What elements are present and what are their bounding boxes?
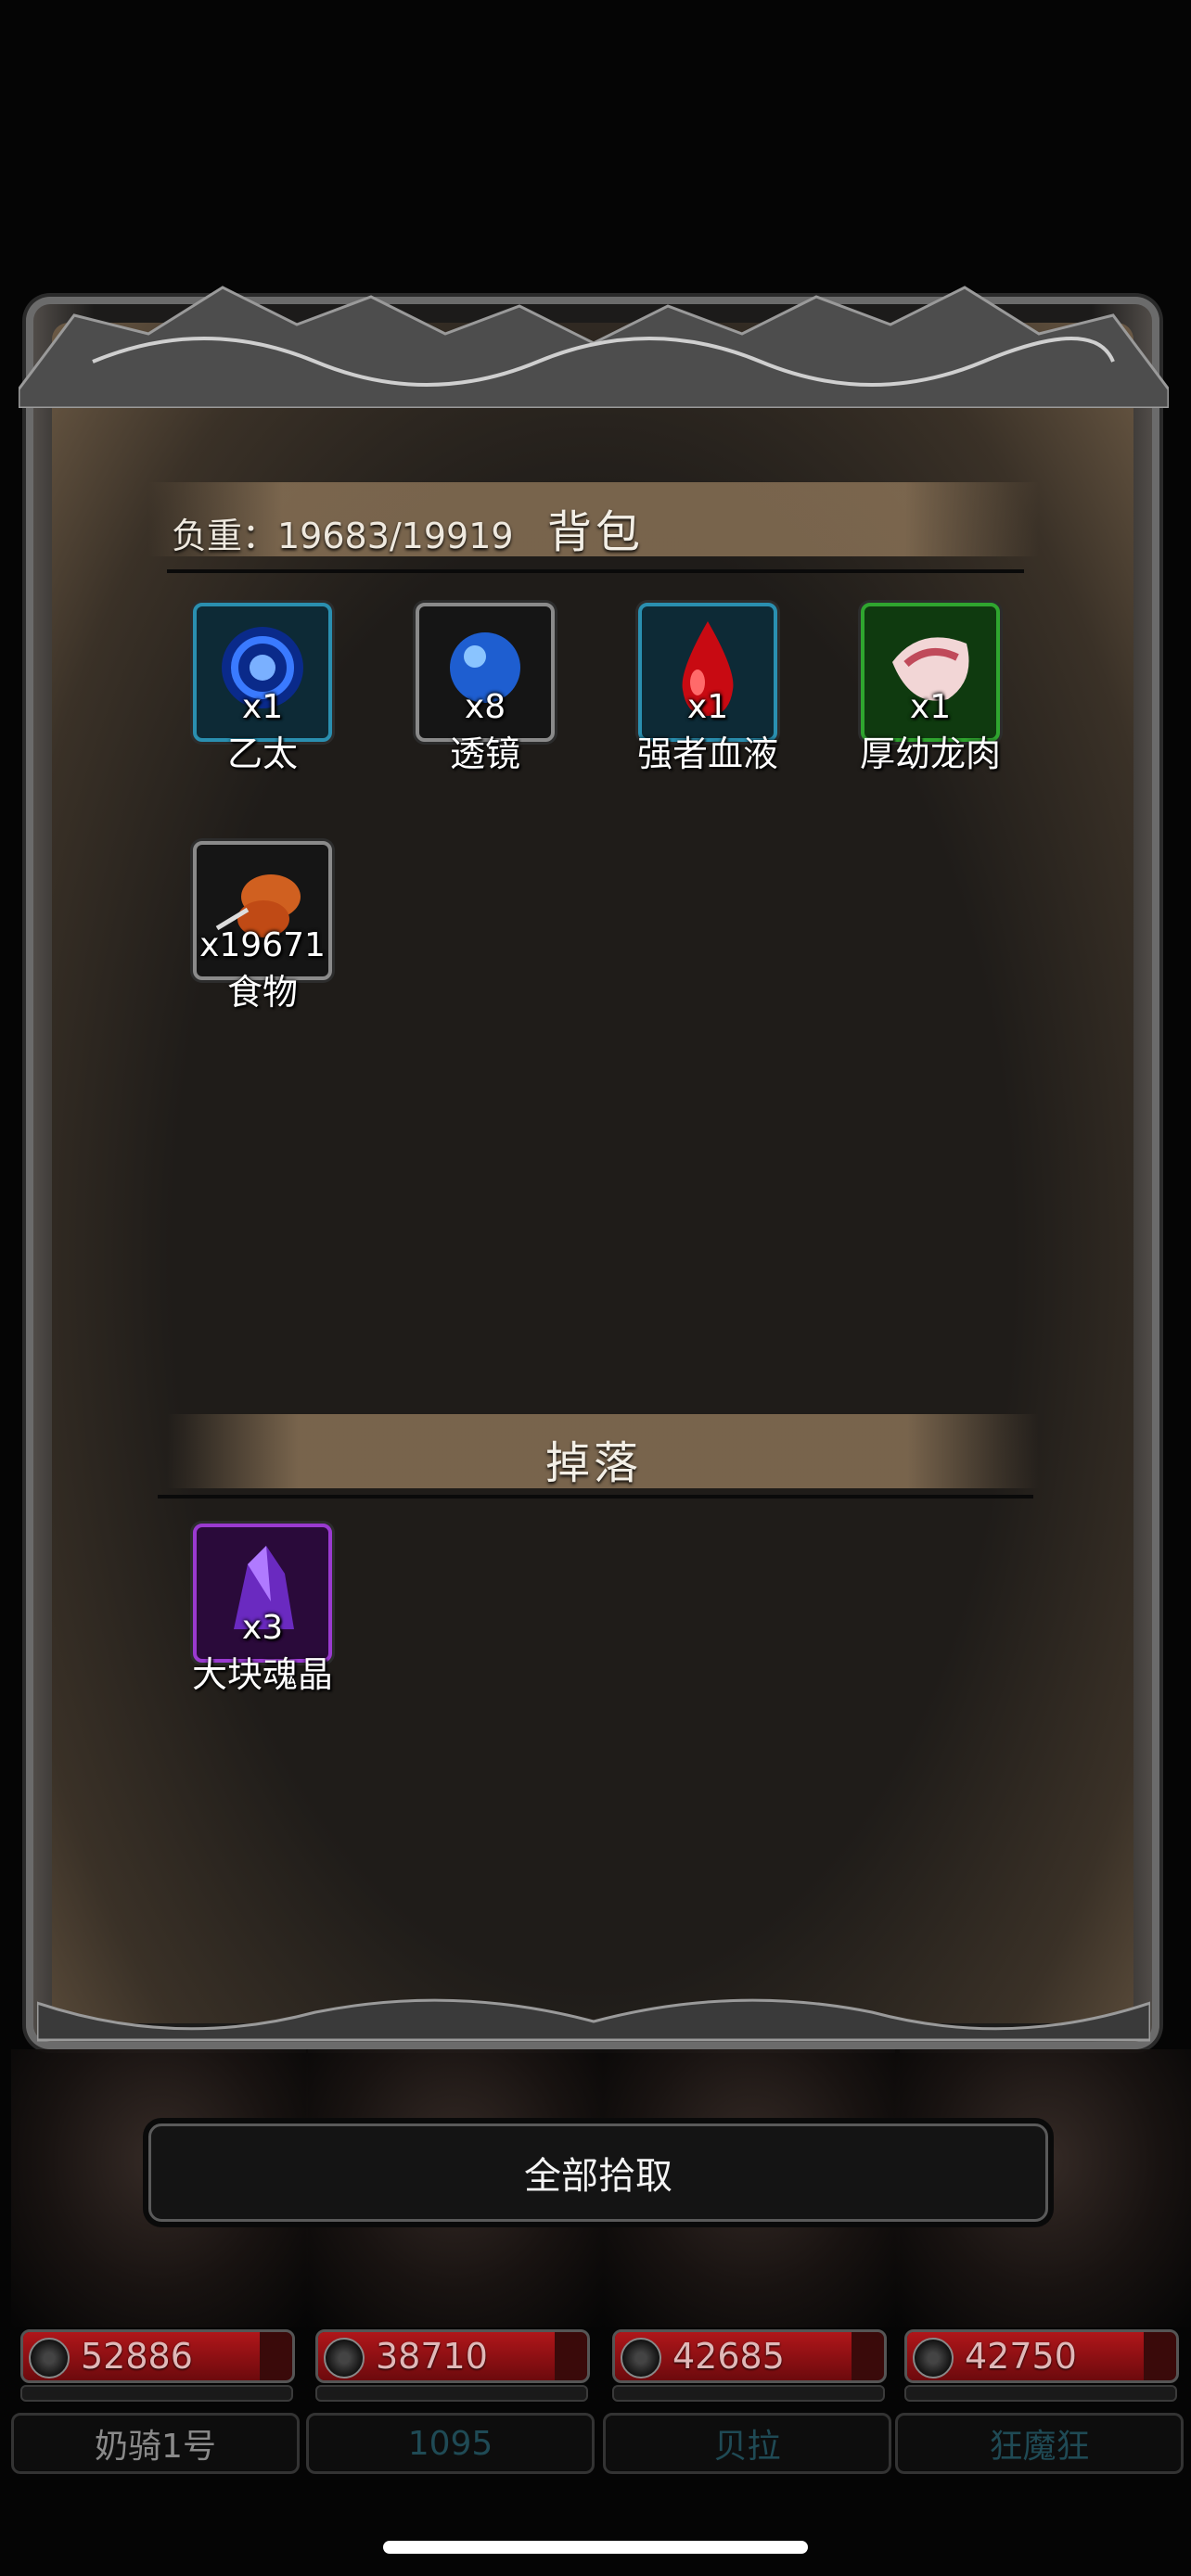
mp-bar — [904, 2385, 1177, 2402]
member-name: 贝拉 — [603, 2413, 891, 2474]
party-member[interactable]: 52886 奶骑1号 — [11, 2049, 308, 2474]
drops-title: 掉落 — [545, 1437, 643, 1489]
mp-bar — [20, 2385, 293, 2402]
item-name: 大块魂晶 — [191, 1654, 333, 1695]
mp-bar — [315, 2385, 588, 2402]
item-name: 乙太 — [226, 733, 298, 774]
item-name: 厚幼龙肉 — [859, 733, 1001, 774]
bag-header-divider — [167, 569, 1024, 573]
item-name: 透镜 — [449, 733, 520, 774]
party-member[interactable]: 42685 贝拉 — [603, 2049, 900, 2474]
hp-value: 38710 — [376, 2336, 488, 2377]
hp-orb-icon — [621, 2338, 661, 2378]
bag-item-aether[interactable]: x1 乙太 — [193, 603, 332, 779]
member-name: 奶骑1号 — [11, 2413, 300, 2474]
hp-orb-icon — [324, 2338, 365, 2378]
item-name: 食物 — [226, 972, 298, 1013]
item-quantity: x1 — [909, 688, 952, 726]
bag-title: 背包 — [547, 506, 645, 558]
hp-bar: 42685 — [612, 2329, 887, 2383]
hp-value: 42685 — [672, 2336, 785, 2377]
frame-ornament-bottom — [37, 1998, 1150, 2042]
bag-item-food[interactable]: x19671 食物 — [193, 841, 332, 1017]
hp-value: 42750 — [965, 2336, 1077, 2377]
pickup-all-button[interactable]: 全部拾取 — [148, 2123, 1048, 2222]
member-name: 1095 — [306, 2413, 595, 2474]
drops-header-divider — [158, 1495, 1033, 1498]
item-quantity: x1 — [241, 688, 284, 726]
party-member[interactable]: 42750 狂魔狂 — [895, 2049, 1191, 2474]
bag-item-strong-blood[interactable]: x1 强者血液 — [637, 603, 778, 779]
item-quantity: x19671 — [199, 926, 326, 964]
item-quantity: x8 — [464, 688, 506, 726]
hp-value: 52886 — [81, 2336, 193, 2377]
home-indicator[interactable] — [383, 2541, 808, 2554]
weight-label: 负重：19683/19919 — [172, 516, 514, 556]
hp-bar: 38710 — [315, 2329, 590, 2383]
item-name: 强者血液 — [636, 733, 778, 774]
hp-bar: 42750 — [904, 2329, 1179, 2383]
panel-background — [52, 323, 1133, 2023]
bag-item-lens[interactable]: x8 透镜 — [416, 603, 555, 779]
hp-orb-icon — [913, 2338, 954, 2378]
item-quantity: x3 — [241, 1609, 284, 1647]
hp-orb-icon — [29, 2338, 70, 2378]
party-member[interactable]: 38710 1095 — [306, 2049, 603, 2474]
mp-bar — [612, 2385, 885, 2402]
item-quantity: x1 — [686, 688, 729, 726]
hp-bar: 52886 — [20, 2329, 295, 2383]
frame-ornament-top — [19, 286, 1169, 408]
member-name: 狂魔狂 — [895, 2413, 1184, 2474]
drop-item-soul-crystal[interactable]: x3 大块魂晶 — [192, 1524, 333, 1700]
bag-item-dragon-meat[interactable]: x1 厚幼龙肉 — [860, 603, 1001, 779]
